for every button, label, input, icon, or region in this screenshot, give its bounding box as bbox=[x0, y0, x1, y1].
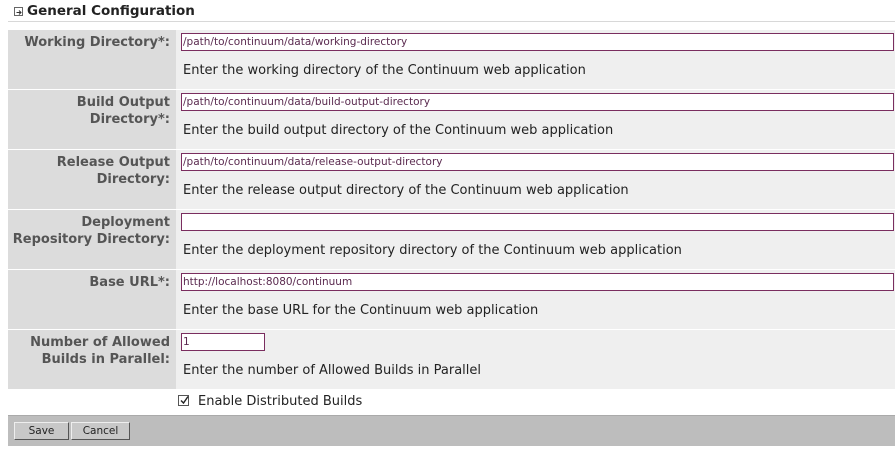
build-output-directory-input[interactable] bbox=[181, 93, 894, 111]
base-url-input[interactable] bbox=[181, 273, 894, 291]
field-help-text: Enter the working directory of the Conti… bbox=[183, 63, 586, 78]
field-label: Build Output Directory*: bbox=[8, 90, 176, 149]
working-directory-input[interactable] bbox=[181, 33, 894, 51]
field-help-text: Enter the release output directory of th… bbox=[183, 183, 629, 198]
field-help-text: Enter the number of Allowed Builds in Pa… bbox=[183, 363, 481, 378]
expand-arrow-icon[interactable] bbox=[14, 6, 23, 16]
field-label: Deployment Repository Directory: bbox=[8, 210, 176, 269]
checkmark-icon bbox=[180, 395, 189, 404]
form-row-release-output-directory: Release Output Directory: Enter the rele… bbox=[8, 150, 895, 210]
release-output-label-line2: Directory: bbox=[96, 172, 170, 187]
section-header: General Configuration bbox=[14, 3, 195, 19]
field-cell: Enter the build output directory of the … bbox=[176, 90, 895, 149]
deployment-label-line2: Repository Directory: bbox=[12, 232, 170, 247]
distributed-builds-label: Enable Distributed Builds bbox=[198, 394, 363, 409]
field-cell: Enter the base URL for the Continuum web… bbox=[176, 270, 895, 329]
working-directory-label: Working Directory*: bbox=[24, 35, 170, 50]
button-bar: Save Cancel bbox=[8, 415, 895, 446]
field-cell: Enter the number of Allowed Builds in Pa… bbox=[176, 330, 895, 389]
section-title: General Configuration bbox=[27, 3, 195, 19]
field-label: Number of Allowed Builds in Parallel: bbox=[8, 330, 176, 389]
field-cell: Enter the deployment repository director… bbox=[176, 210, 895, 269]
distributed-builds-option: Enable Distributed Builds bbox=[178, 394, 362, 409]
deployment-label-line1: Deployment bbox=[81, 215, 170, 230]
parallel-builds-input[interactable] bbox=[181, 333, 265, 351]
build-output-label-line1: Build Output bbox=[76, 95, 170, 110]
deployment-repository-directory-input[interactable] bbox=[181, 213, 894, 231]
field-help-text: Enter the build output directory of the … bbox=[183, 123, 614, 138]
base-url-label: Base URL*: bbox=[89, 275, 170, 290]
build-output-label-line2: Directory*: bbox=[89, 112, 170, 127]
save-button[interactable]: Save bbox=[14, 422, 69, 440]
field-label: Working Directory*: bbox=[8, 30, 176, 89]
form-row-working-directory: Working Directory*: Enter the working di… bbox=[8, 30, 895, 90]
field-cell: Enter the release output directory of th… bbox=[176, 150, 895, 209]
field-label: Release Output Directory: bbox=[8, 150, 176, 209]
parallel-builds-label-line2: Builds in Parallel: bbox=[41, 352, 170, 367]
field-help-text: Enter the base URL for the Continuum web… bbox=[183, 303, 539, 318]
field-cell: Enter the working directory of the Conti… bbox=[176, 30, 895, 89]
release-output-directory-input[interactable] bbox=[181, 153, 894, 171]
form-row-base-url: Base URL*: Enter the base URL for the Co… bbox=[8, 270, 895, 330]
form-row-deployment-repository-directory: Deployment Repository Directory: Enter t… bbox=[8, 210, 895, 270]
title-divider bbox=[8, 21, 895, 22]
cancel-button[interactable]: Cancel bbox=[71, 422, 130, 440]
parallel-builds-label-line1: Number of Allowed bbox=[30, 335, 170, 350]
configuration-form: Working Directory*: Enter the working di… bbox=[8, 30, 895, 390]
form-row-parallel-builds: Number of Allowed Builds in Parallel: En… bbox=[8, 330, 895, 390]
release-output-label-line1: Release Output bbox=[56, 155, 170, 170]
field-label: Base URL*: bbox=[8, 270, 176, 329]
field-help-text: Enter the deployment repository director… bbox=[183, 243, 682, 258]
distributed-builds-checkbox[interactable] bbox=[178, 394, 189, 406]
form-row-build-output-directory: Build Output Directory*: Enter the build… bbox=[8, 90, 895, 150]
